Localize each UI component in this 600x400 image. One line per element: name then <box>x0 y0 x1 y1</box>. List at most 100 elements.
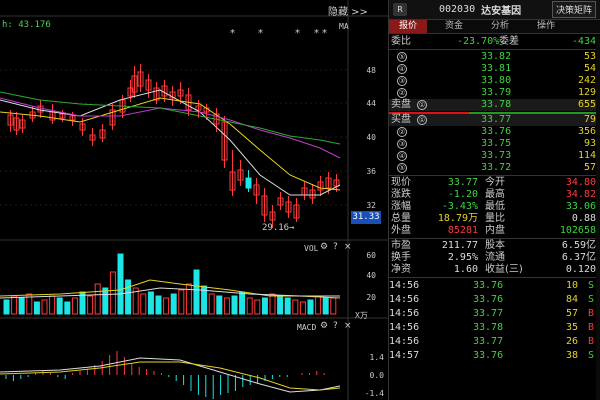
tick-volume: 38 <box>565 350 578 361</box>
fundamental-row: 市盈 211.77 股本 6.59亿 <box>389 240 600 252</box>
volume-bar <box>109 271 116 315</box>
candlestick-chart-area[interactable]: 48444036326040201.40.0-1.4-2.8*****29.16… <box>0 0 388 400</box>
help-icon[interactable]: ? <box>333 321 338 331</box>
macd-dif-line <box>0 357 341 393</box>
volume-bar <box>254 299 261 315</box>
order-book-row[interactable]: 买盘 ① 33.77 79 <box>389 114 600 126</box>
volume-bar <box>163 297 170 315</box>
volume-bar <box>56 297 63 315</box>
fundamental-label: 净资 <box>391 264 411 275</box>
volume-bar <box>223 297 230 315</box>
macd-tick-label: 0.0 <box>370 371 385 380</box>
volume-tick-label: 20 <box>366 293 376 302</box>
tick-row[interactable]: 14:56 33.78 35 B <box>389 321 600 335</box>
level-price: 33.79 <box>481 87 512 98</box>
macd-tick-label: -1.4 <box>365 389 384 398</box>
level-volume: 53 <box>583 51 596 62</box>
stat-row: 外盘 85281 内盘 102658 <box>389 225 600 237</box>
panel-header: R 002030 达安基因 决策矩阵 <box>389 0 600 20</box>
volume-bar <box>140 293 147 315</box>
ma20-line <box>0 97 341 159</box>
level-price: 33.77 <box>481 114 512 125</box>
level-price: 33.81 <box>481 63 512 74</box>
order-book-side-label: 卖盘 <box>391 99 411 110</box>
stat-label: 最低 <box>485 201 505 212</box>
order-book-row[interactable]: ② 33.76 356 <box>389 126 600 138</box>
level-price: 33.73 <box>481 150 512 161</box>
level-index-icon: ⑤ <box>397 163 407 173</box>
decision-matrix-button[interactable]: 决策矩阵 <box>551 1 596 18</box>
level-index-icon: ④ <box>397 151 407 161</box>
order-book-row[interactable]: ④ 33.73 114 <box>389 150 600 162</box>
order-book-row[interactable]: 卖盘 ① 33.78 655 <box>389 99 600 111</box>
order-book-row[interactable]: ② 33.79 129 <box>389 87 600 99</box>
level-price: 33.80 <box>481 75 512 86</box>
tab-funds[interactable]: 资金 <box>435 20 473 33</box>
volume-bar <box>231 295 238 315</box>
tick-row[interactable]: 14:57 33.76 38 S <box>389 349 600 363</box>
help-icon[interactable]: ? <box>333 242 338 252</box>
level-volume: 114 <box>577 150 596 161</box>
volume-bar <box>87 295 94 315</box>
tick-time: 14:56 <box>389 294 420 305</box>
event-star-icon: * <box>295 28 300 39</box>
volume-bar <box>147 291 154 315</box>
tick-row[interactable]: 14:56 33.76 10 S <box>389 279 600 293</box>
ma-label: MA <box>339 22 349 31</box>
tick-time: 14:57 <box>389 350 420 361</box>
stat-label: 量比 <box>485 213 505 224</box>
tick-list[interactable]: 14:56 33.76 10 S 14:56 33.76 84 S 14:56 33.77 57 B 1… <box>389 279 600 363</box>
stat-row: 涨跌 -1.20 最高 34.82 <box>389 189 600 201</box>
settings-gear-icon[interactable]: ⚙ <box>320 321 328 331</box>
volume-bar <box>322 297 329 315</box>
level-volume: 129 <box>577 87 596 98</box>
order-book-row[interactable]: ③ 33.80 242 <box>389 75 600 87</box>
fundamental-label: 股本 <box>485 240 505 251</box>
order-book-row[interactable]: ⑤ 33.82 53 <box>389 51 600 63</box>
volume-bar <box>216 295 223 315</box>
stock-name: 达安基因 <box>481 6 522 17</box>
panel-scrollbar[interactable] <box>596 36 600 400</box>
tab-operation[interactable]: 操作 <box>527 20 565 33</box>
tab-analysis[interactable]: 分析 <box>481 20 519 33</box>
order-book-row[interactable]: ⑤ 33.72 57 <box>389 162 600 174</box>
stat-value: 34.82 <box>565 189 596 200</box>
tick-row[interactable]: 14:56 33.77 26 B <box>389 335 600 349</box>
macd-label: MACD <box>297 323 317 332</box>
volume-bar <box>269 293 276 315</box>
stat-label: 内盘 <box>485 225 505 236</box>
tick-side: S <box>587 294 594 305</box>
volume-bar <box>208 293 215 315</box>
settings-gear-icon[interactable]: ⚙ <box>320 242 328 252</box>
chart-canvas[interactable]: 48444036326040201.40.0-1.4-2.8*****29.16… <box>0 0 388 400</box>
stat-label: 涨跌 <box>391 189 411 200</box>
volume-bar <box>299 301 306 315</box>
fundamental-value: 6.59亿 <box>561 240 596 251</box>
tick-row[interactable]: 14:56 33.77 57 B <box>389 307 600 321</box>
tick-volume: 84 <box>565 294 578 305</box>
tab-quote[interactable]: 报价 <box>389 20 427 33</box>
level-volume: 79 <box>583 114 596 125</box>
fundamental-value: 211.77 <box>441 240 478 251</box>
hide-panel-button[interactable]: 隐藏 >> <box>328 3 368 18</box>
tick-price: 33.77 <box>473 336 504 347</box>
level-index-icon: ① <box>417 100 427 110</box>
price-tick-label: 44 <box>366 99 376 108</box>
stat-row: 现价 33.77 今开 34.80 <box>389 177 600 189</box>
fundamental-label: 流通 <box>485 252 505 263</box>
stat-value: 85281 <box>447 225 478 236</box>
fundamentals-block: 市盈 211.77 股本 6.59亿 换手 2.95% 流通 6.37亿 净资 1.60 收益(三)… <box>389 240 600 276</box>
order-book-row[interactable]: ③ 33.75 93 <box>389 138 600 150</box>
fundamental-value: 6.37亿 <box>561 252 596 263</box>
volume-bar <box>330 297 337 315</box>
level-index-icon: ⑤ <box>397 52 407 62</box>
order-book-row[interactable]: ④ 33.81 54 <box>389 63 600 75</box>
stat-row: 总量 18.79万 量比 0.88 <box>389 213 600 225</box>
tick-price: 33.76 <box>473 294 504 305</box>
close-icon[interactable]: × <box>344 321 352 331</box>
close-icon[interactable]: × <box>344 242 352 252</box>
stat-value: 18.79万 <box>437 213 478 224</box>
volume-bar <box>155 295 162 315</box>
r-badge[interactable]: R <box>393 3 407 16</box>
tick-row[interactable]: 14:56 33.76 84 S <box>389 293 600 307</box>
